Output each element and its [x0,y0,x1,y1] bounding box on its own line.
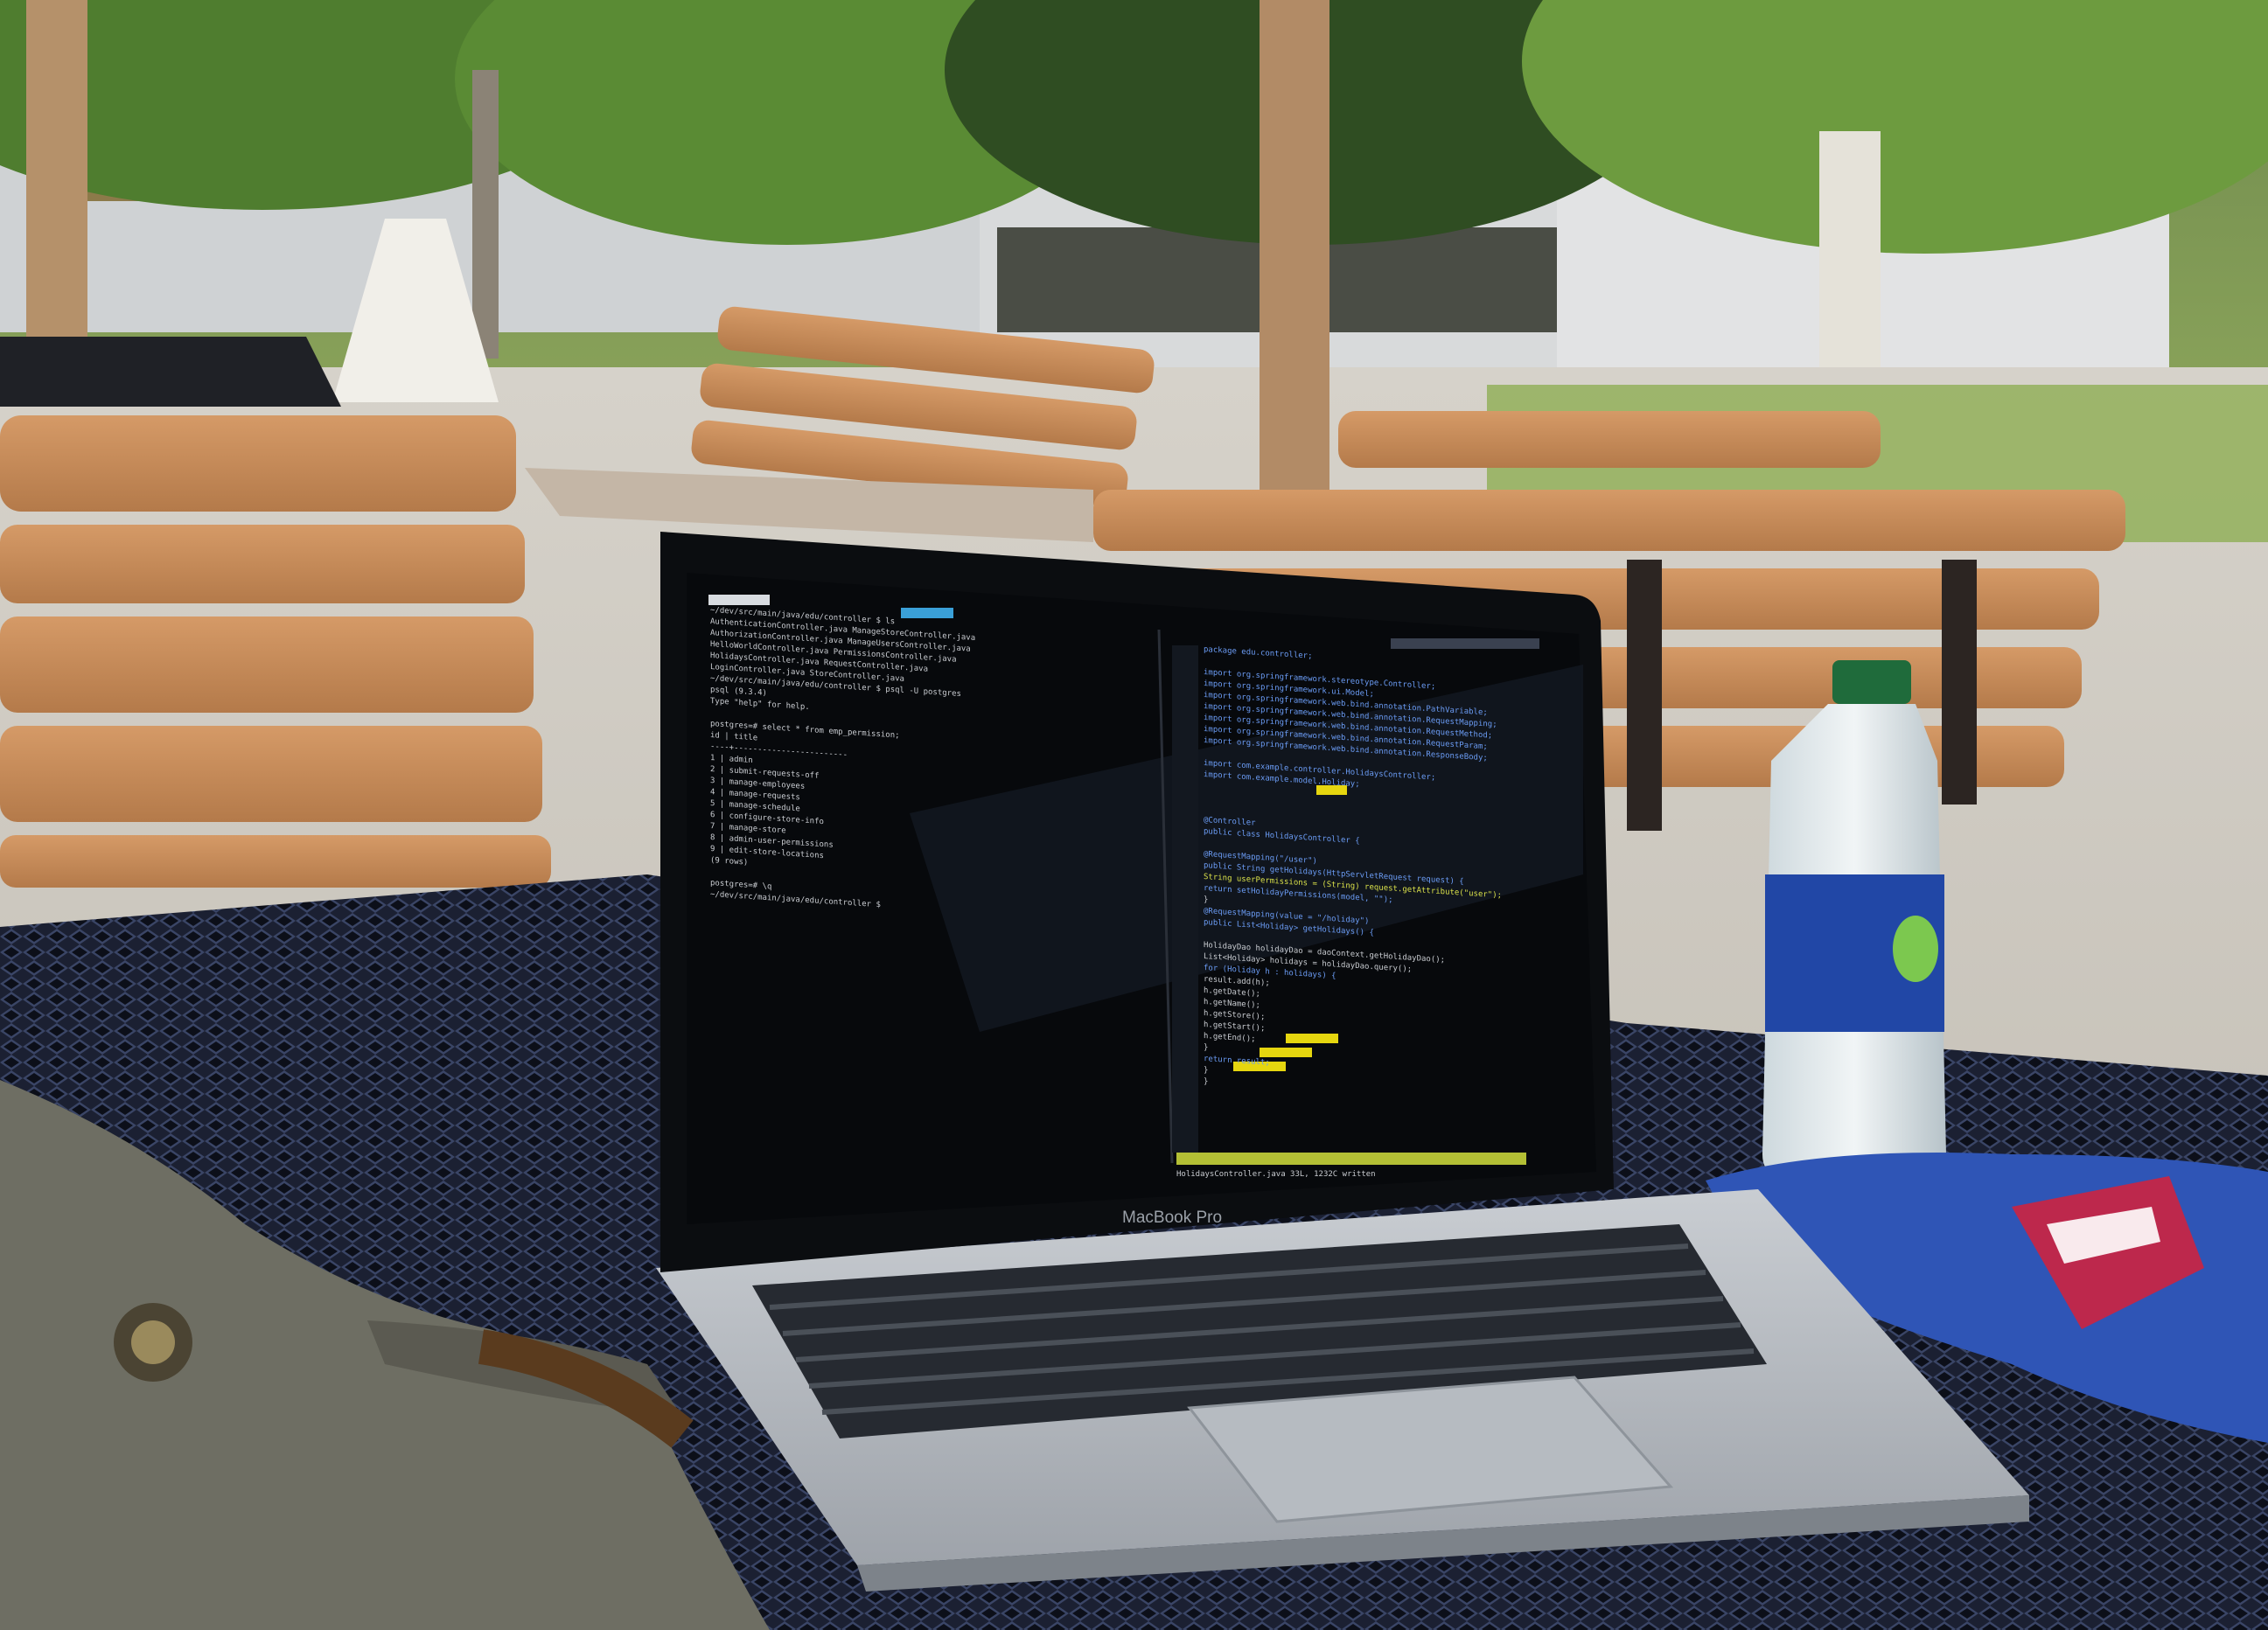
park-scene-photo: ~/dev/src/main/java/edu/controller $ lsA… [0,0,2268,1630]
editor-status-line: HolidaysController.java 33L, 1232C writt… [1176,1170,1376,1179]
editor-line: } [1204,895,1208,904]
editor-line: } [1204,1077,1208,1086]
laptop-brand-label: MacBook Pro [1122,1209,1222,1227]
post-center [1260,0,1329,490]
editor-line: } [1204,1066,1208,1075]
post-left [26,0,87,367]
bench-left [0,415,551,888]
editor-line: } [1204,1043,1208,1052]
